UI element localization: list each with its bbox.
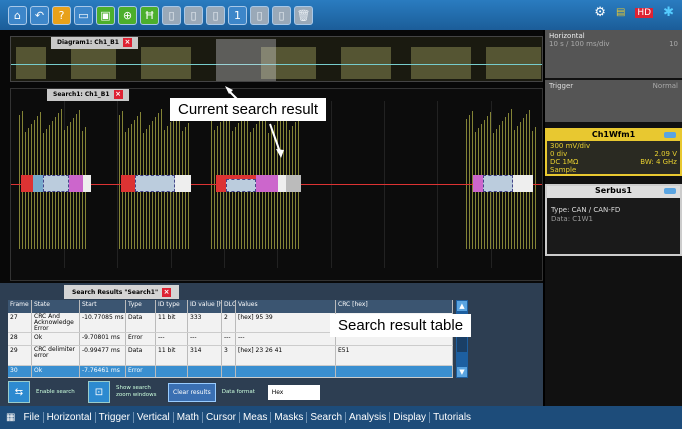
right-panel: Horizontal 10 s / 100 ms/div 10 Trigger … [545, 30, 682, 406]
info-icon[interactable]: 1 [228, 5, 247, 25]
clear-results-button[interactable]: Clear results [168, 382, 216, 402]
diagram-tab[interactable]: Diagram1: Ch1_B1 × [51, 37, 138, 49]
decoded-frame[interactable] [121, 175, 191, 192]
enable-search-icon[interactable]: ⇆ [8, 381, 30, 403]
menu-analysis[interactable]: Analysis [346, 412, 391, 423]
top-toolbar: ⌂ ↶ ? ▭ ▣ ⊕ Ħ ▯ ▯ ▯ 1 ▯ ▯ 🗑 ⚙ ▤ HD ✱ [0, 0, 682, 30]
save-icon[interactable]: ▣ [96, 5, 115, 25]
table-row-selected[interactable]: 30 Ok -7.76461 ms Error [8, 366, 453, 378]
current-search-result-frame[interactable] [216, 175, 301, 192]
blank-icon[interactable]: ▯ [184, 5, 203, 25]
signal-edge [214, 130, 215, 249]
overview-burst [141, 47, 191, 79]
horizontal-box[interactable]: Horizontal 10 s / 100 ms/div 10 [545, 30, 682, 78]
zoom-window-icon[interactable]: ⊡ [88, 381, 110, 403]
zoom-selection[interactable] [216, 39, 276, 81]
overview-burst [16, 47, 46, 79]
blank-icon[interactable]: ▯ [272, 5, 291, 25]
waveform-area[interactable]: Diagram1: Ch1_B1 × Search1: Ch1_B1 × Cur… [0, 30, 543, 283]
signal-edge [211, 109, 212, 249]
close-icon[interactable]: × [113, 90, 123, 99]
run-icon[interactable]: Ħ [140, 5, 159, 25]
home-icon[interactable]: ⌂ [8, 5, 27, 25]
table-header: Frame State Start Type ID type ID value … [8, 300, 453, 313]
decoded-frame[interactable] [473, 175, 533, 192]
search-results-panel: Search Results "Search1" × Frame State St… [0, 283, 543, 406]
signal-edge [119, 115, 120, 249]
zoom-icon[interactable]: ⊕ [118, 5, 137, 25]
menu-display[interactable]: Display [390, 412, 431, 423]
search-tab[interactable]: Search1: Ch1_B1 × [47, 89, 129, 101]
delete-icon[interactable]: 🗑 [294, 5, 313, 25]
folder-icon[interactable]: ▭ [74, 5, 93, 25]
signal-edge [535, 127, 536, 249]
results-tab[interactable]: Search Results "Search1" × [64, 285, 180, 299]
trigger-box[interactable]: Trigger Normal [545, 80, 682, 122]
menu-search[interactable]: Search [307, 412, 347, 423]
menu-trigger[interactable]: Trigger [96, 412, 134, 423]
results-table[interactable]: Frame State Start Type ID type ID value … [8, 300, 453, 378]
undo-icon[interactable]: ↶ [30, 5, 49, 25]
signal-edge [19, 115, 20, 249]
callout-search-result-table: Search result table [330, 314, 472, 337]
callout-current-search-result: Current search result [170, 98, 327, 121]
blank-icon[interactable]: ▯ [206, 5, 225, 25]
blank-icon[interactable]: ▯ [250, 5, 269, 25]
menu-math[interactable]: Math [174, 412, 203, 423]
menu-vertical[interactable]: Vertical [134, 412, 174, 423]
menu-tutorials[interactable]: Tutorials [430, 412, 474, 423]
apps-grid-icon[interactable]: ▦ [6, 412, 15, 423]
overview-burst [486, 47, 541, 79]
menu-bar: ▦ File Horizontal Trigger Vertical Math … [0, 406, 682, 429]
overview-burst [341, 47, 391, 79]
data-format-select[interactable]: Hex [267, 384, 320, 400]
menu-masks[interactable]: Masks [271, 412, 308, 423]
serial-toggle-icon[interactable] [664, 188, 676, 194]
help-icon[interactable]: ? [52, 5, 71, 25]
menu-cursor[interactable]: Cursor [203, 412, 240, 423]
scroll-up-icon[interactable]: ▲ [457, 301, 467, 311]
signal-edge [469, 115, 470, 249]
close-icon[interactable]: × [162, 288, 172, 297]
menu-file[interactable]: File [20, 412, 44, 423]
scroll-down-icon[interactable]: ▼ [457, 367, 467, 377]
close-icon[interactable]: × [122, 38, 132, 47]
hd-icon[interactable]: HD [635, 7, 654, 18]
menu-meas[interactable]: Meas [240, 412, 272, 423]
decoded-frame[interactable] [21, 175, 91, 192]
overview-burst [411, 47, 471, 79]
menu-horizontal[interactable]: Horizontal [44, 412, 96, 423]
results-scrollbar[interactable]: ▲ ▼ [456, 300, 468, 378]
table-row[interactable]: 29 CRC delimiter error -0.99477 ms Data … [8, 346, 453, 366]
blank-icon[interactable]: ▯ [162, 5, 181, 25]
channel-toggle-icon[interactable] [664, 132, 676, 138]
settings-icon[interactable]: ⚙ [594, 5, 606, 20]
serial-bus-box[interactable]: Serbus1 Type: CAN / CAN-FD Data: C1W1 [545, 184, 682, 256]
bluetooth-icon[interactable]: ✱ [663, 5, 674, 20]
results-controls: ⇆ Enable search ⊡ Show search zoom windo… [8, 381, 320, 403]
config-icon[interactable]: ▤ [616, 7, 625, 18]
overview-diagram[interactable]: Diagram1: Ch1_B1 × [10, 36, 543, 82]
overview-decode-line [11, 64, 542, 65]
overview-burst [71, 47, 116, 79]
channel-box[interactable]: Ch1Wfm1 300 mV/div 0 div 2.09 V DC 1MΩ BW:… [545, 128, 682, 176]
